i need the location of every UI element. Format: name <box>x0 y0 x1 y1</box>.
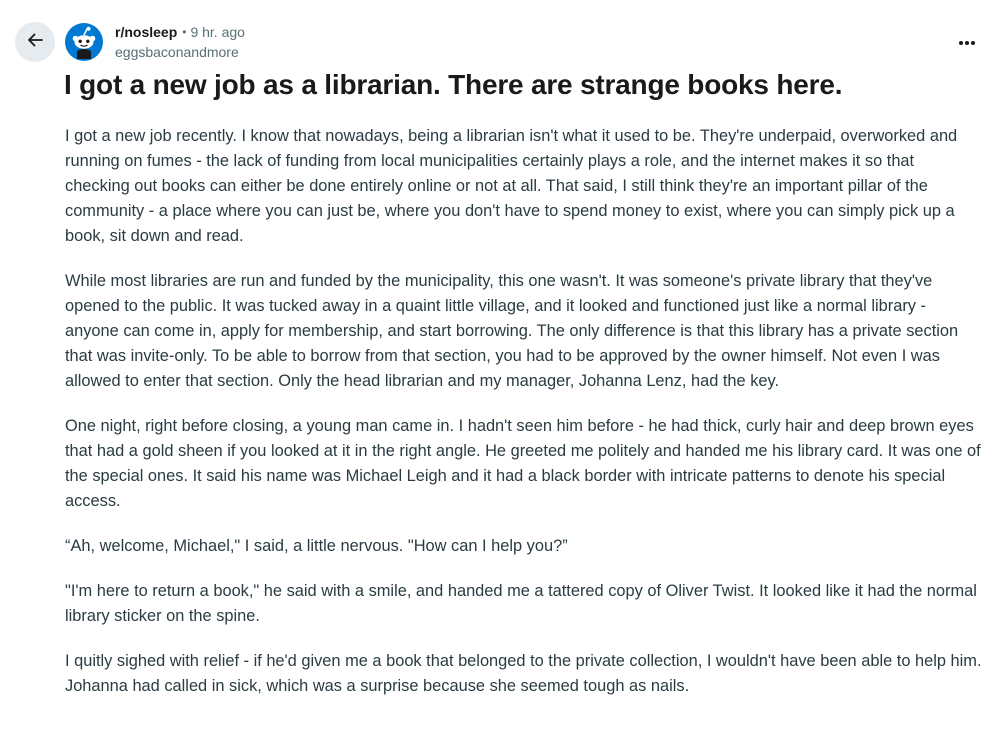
post-paragraph: One night, right before closing, a young… <box>65 417 981 510</box>
subreddit-link[interactable]: r/nosleep <box>115 22 177 42</box>
post-body: I got a new job recently. I know that no… <box>65 124 983 719</box>
post-time: 9 hr. ago <box>190 24 245 40</box>
post-paragraph: I got a new job recently. I know that no… <box>65 127 958 245</box>
more-options-button[interactable] <box>950 28 984 56</box>
post-paragraph: While most libraries are run and funded … <box>65 272 959 390</box>
post-title: I got a new job as a librarian. There ar… <box>64 69 843 100</box>
post-meta: r/nosleep • 9 hr. ago eggsbaconandmore <box>115 22 245 62</box>
post-paragraph: “Ah, welcome, Michael," I said, a little… <box>65 537 568 555</box>
author-link[interactable]: eggsbaconandmore <box>115 42 245 62</box>
ellipsis-horizontal-icon <box>958 33 976 51</box>
reddit-snoo-icon <box>65 23 103 61</box>
post-paragraph: "I'm here to return a book," he said wit… <box>65 582 977 625</box>
post-paragraph: I quitly sighed with relief - if he'd gi… <box>65 652 982 695</box>
meta-separator: • <box>182 25 187 39</box>
subreddit-avatar[interactable] <box>65 23 103 61</box>
post-page: r/nosleep • 9 hr. ago eggsbaconandmore I… <box>0 0 992 739</box>
back-button[interactable] <box>15 22 55 62</box>
arrow-left-icon <box>25 30 45 55</box>
